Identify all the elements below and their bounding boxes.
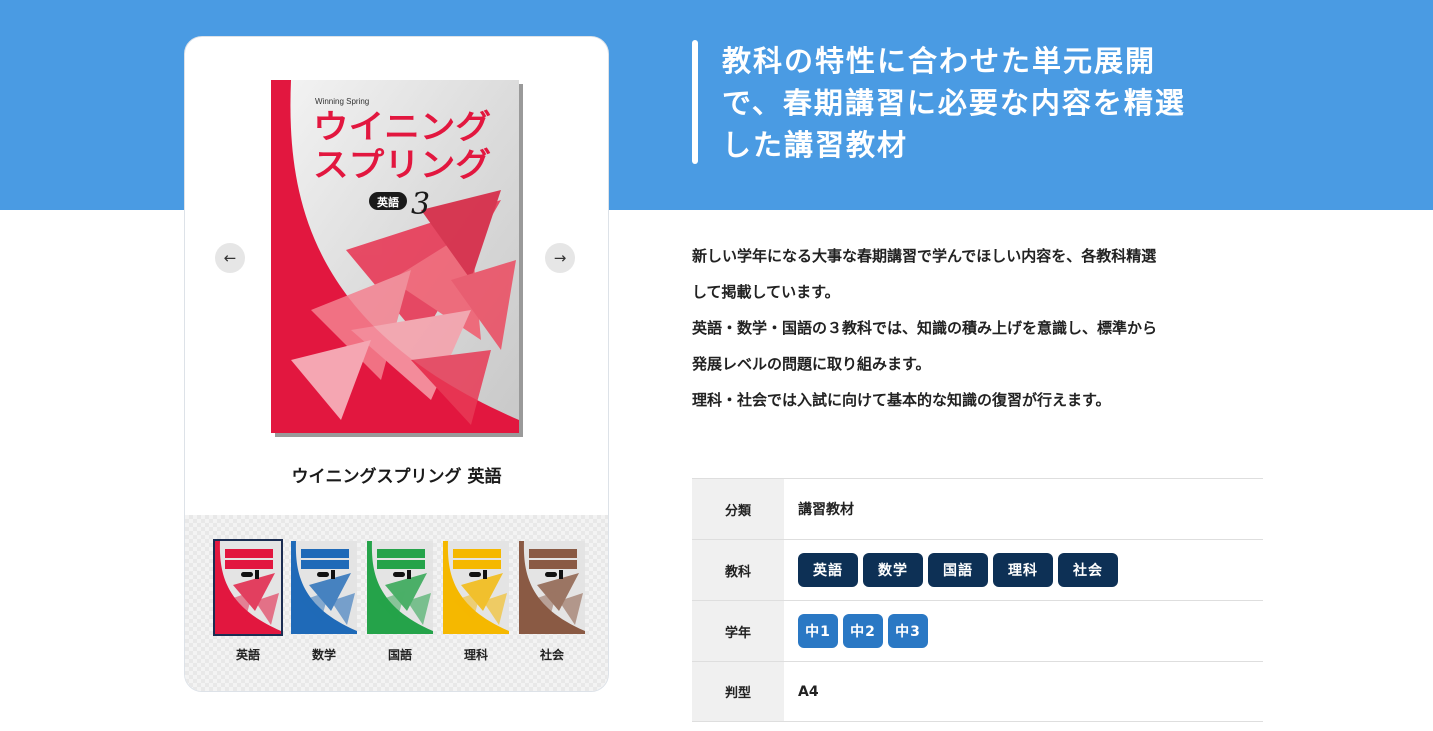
thumbnail-1[interactable]: 英語	[213, 539, 283, 663]
spec-value: 英語 数学 国語 理科 社会	[784, 540, 1263, 600]
description-line: 発展レベルの問題に取り組みます。	[692, 355, 931, 373]
spec-label: 教科	[692, 540, 784, 600]
spec-row-grades: 学年 中1 中2 中3	[692, 600, 1263, 661]
thumbnail-label: 英語	[235, 648, 260, 662]
description-line: 新しい学年になる大事な春期講習で学んでほしい内容を、各教科精選	[692, 247, 1157, 265]
subject-chip: 英語	[798, 553, 858, 587]
thumbnail-label: 社会	[539, 648, 564, 662]
arrow-left-icon: ←	[223, 249, 237, 267]
thumbnail-cover-image	[519, 541, 585, 634]
thumbnail-cover-image	[367, 541, 433, 634]
spec-label: 判型	[692, 662, 784, 721]
spec-value: 中1 中2 中3	[784, 601, 1263, 661]
cover-grade-number: 3	[411, 187, 430, 222]
spec-label: 学年	[692, 601, 784, 661]
thumbnail-5[interactable]: 社会	[519, 541, 585, 663]
spec-row-format: 判型 A4	[692, 661, 1263, 722]
headline-line-2: で、春期講習に必要な内容を精選	[722, 86, 1186, 120]
thumbnail-3[interactable]: 国語	[367, 541, 433, 663]
arrow-right-icon: →	[553, 249, 567, 267]
thumbnail-4[interactable]: 理科	[443, 541, 509, 663]
headline-accent-bar	[692, 40, 698, 164]
book-cover-image: Winning Spring ウイニング スプリング 英語 3	[271, 80, 523, 437]
spec-row-subjects: 教科 英語 数学 国語 理科 社会	[692, 539, 1263, 600]
spec-label: 分類	[692, 479, 784, 539]
spec-table: 分類 講習教材 教科 英語 数学 国語 理科 社会 学年 中1 中2 中3 判型…	[692, 478, 1263, 722]
cover-title-line1: ウイニング	[313, 107, 491, 146]
description-line: して掲載しています。	[692, 283, 840, 301]
cover-series-en: Winning Spring	[315, 97, 369, 106]
thumbnail-label: 国語	[387, 648, 412, 662]
carousel-next-button[interactable]: →	[545, 243, 575, 273]
product-card: Winning Spring ウイニング スプリング 英語 3 ← → ウイニン…	[184, 36, 609, 692]
spec-value: A4	[798, 683, 819, 700]
page-headline: 教科の特性に合わせた単元展開 で、春期講習に必要な内容を精選 した講習教材	[722, 40, 1282, 166]
subject-chip: 社会	[1058, 553, 1118, 587]
thumbnail-cover-image	[213, 539, 283, 636]
thumbnail-2[interactable]: 数学	[291, 541, 357, 663]
carousel-prev-button[interactable]: ←	[215, 243, 245, 273]
thumbnail-strip: 英語 数学 国語 理科 社会	[185, 515, 608, 691]
description-line: 英語・数学・国語の３教科では、知識の積み上げを意識し、標準から	[692, 319, 1158, 337]
headline-line-3: した講習教材	[722, 128, 909, 162]
description-line: 理科・社会では入試に向けて基本的な知識の復習が行えます。	[692, 391, 1111, 409]
grade-chip: 中1	[798, 614, 838, 648]
cover-subject-badge: 英語	[376, 195, 399, 209]
thumbnail-label: 理科	[463, 648, 488, 662]
product-title: ウイニングスプリング 英語	[291, 467, 502, 487]
subject-chip: 数学	[863, 553, 923, 587]
description: 新しい学年になる大事な春期講習で学んでほしい内容を、各教科精選 して掲載していま…	[692, 238, 1267, 418]
cover-title-line2: スプリング	[313, 145, 491, 184]
thumbnail-cover-image	[291, 541, 357, 634]
thumbnail-label: 数学	[311, 648, 336, 662]
spec-value: 講習教材	[798, 502, 854, 518]
subject-chip: 理科	[993, 553, 1053, 587]
headline-line-1: 教科の特性に合わせた単元展開	[722, 44, 1157, 78]
subject-chip: 国語	[928, 553, 988, 587]
grade-chip: 中2	[843, 614, 883, 648]
grade-chip: 中3	[888, 614, 928, 648]
spec-row-category: 分類 講習教材	[692, 478, 1263, 539]
thumbnail-cover-image	[443, 541, 509, 634]
